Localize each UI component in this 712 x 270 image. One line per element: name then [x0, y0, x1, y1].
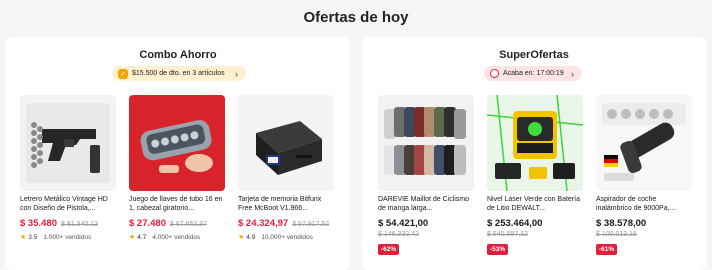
rating-row: ★ 3.5 1.000+ vendidos	[20, 233, 116, 242]
product-image[interactable]	[129, 95, 225, 191]
rating-value: 4.7	[137, 233, 147, 241]
price-row: $ 24.324,97 $ 57.917,52	[238, 218, 334, 229]
rating-row: ★ 4.7 4.000+ vendidos	[129, 233, 225, 242]
product-name[interactable]: Letrero Metálico Vintage HD con Diseño d…	[20, 195, 116, 213]
price-row: $ 253.464,00	[487, 218, 583, 229]
rating-value: 3.5	[28, 233, 38, 241]
price-row: $ 27.480 $ 67.653,37	[129, 218, 225, 229]
chevron-right-icon: ›	[571, 68, 574, 79]
original-price: $ 100.013,16	[596, 231, 637, 238]
sold-count: 10.000+ vendidos	[261, 233, 313, 241]
product-price: $ 24.324,97	[238, 218, 289, 229]
page-title: Ofertas de hoy	[303, 9, 409, 26]
star-icon: ★	[238, 234, 245, 241]
chevron-right-icon: ›	[235, 68, 238, 79]
product-card[interactable]: Aspirador de coche inalámbrico de 9000Pa…	[596, 95, 692, 256]
clock-icon	[490, 69, 499, 78]
product-image[interactable]	[487, 95, 583, 191]
price-row: $ 38.578,00	[596, 218, 692, 229]
combo-discount-pill[interactable]: ✓ $15.500 de dto. en 3 artículos ›	[112, 66, 246, 81]
product-card[interactable]: Letrero Metálico Vintage HD con Diseño d…	[20, 95, 116, 241]
original-price: $ 81.340,12	[60, 221, 98, 228]
discount-badge: -61%	[596, 244, 618, 255]
sold-count: 4.000+ vendidos	[152, 233, 201, 241]
tag-icon: ✓	[118, 68, 128, 79]
product-price: $ 54.421,00	[378, 218, 429, 229]
product-name[interactable]: Juego de llaves de tubo 16 en 1, cabezal…	[129, 195, 225, 213]
section-title[interactable]: Combo Ahorro	[6, 49, 350, 61]
product-image[interactable]	[20, 95, 116, 191]
countdown-pill[interactable]: Acaba en: 17:00:19 ›	[484, 66, 582, 81]
star-icon: ★	[129, 234, 136, 241]
pill-text: $15.500 de dto. en 3 artículos	[132, 70, 225, 77]
original-price: $ 540.597,12	[487, 231, 528, 238]
product-name[interactable]: Aspirador de coche inalámbrico de 9000Pa…	[596, 195, 692, 213]
original-price: $ 146.332,42	[378, 231, 419, 238]
product-name[interactable]: Nivel Láser Verde con Batería de Litio D…	[487, 195, 583, 213]
original-price: $ 67.653,37	[169, 221, 207, 228]
product-price: $ 253.464,00	[487, 218, 543, 229]
star-icon: ★	[20, 234, 27, 241]
discount-badge: -53%	[487, 244, 509, 255]
countdown-text: Acaba en: 17:00:19	[503, 70, 564, 77]
sold-count: 1.000+ vendidos	[43, 233, 92, 241]
product-image[interactable]	[378, 95, 474, 191]
price-row: $ 35.480 $ 81.340,12	[20, 218, 116, 229]
product-card[interactable]: Nivel Láser Verde con Batería de Litio D…	[487, 95, 583, 256]
product-name[interactable]: Tarjeta de memoria Bitfunx Free McBoot V…	[238, 195, 334, 213]
product-price: $ 27.480	[129, 218, 166, 229]
product-card[interactable]: Juego de llaves de tubo 16 en 1, cabezal…	[129, 95, 225, 241]
product-image[interactable]	[238, 95, 334, 191]
product-card[interactable]: DAREVIE Maillot de Ciclismo de manga lar…	[378, 95, 474, 256]
combo-ahorro-section: Combo Ahorro ✓ $15.500 de dto. en 3 artí…	[6, 37, 350, 270]
section-title[interactable]: SuperOfertas	[362, 49, 706, 61]
price-row: $ 54.421,00	[378, 218, 474, 229]
original-price: $ 57.917,52	[292, 221, 330, 228]
product-card[interactable]: Tarjeta de memoria Bitfunx Free McBoot V…	[238, 95, 334, 241]
product-image[interactable]	[596, 95, 692, 191]
superofertas-section: SuperOfertas Acaba en: 17:00:19 › DAREVI…	[362, 37, 706, 270]
product-price: $ 38.578,00	[596, 218, 647, 229]
rating-row: ★ 4.9 10.000+ vendidos	[238, 233, 334, 242]
discount-badge: -62%	[378, 244, 400, 255]
product-name[interactable]: DAREVIE Maillot de Ciclismo de manga lar…	[378, 195, 474, 213]
rating-value: 4.9	[246, 233, 256, 241]
product-price: $ 35.480	[20, 218, 57, 229]
